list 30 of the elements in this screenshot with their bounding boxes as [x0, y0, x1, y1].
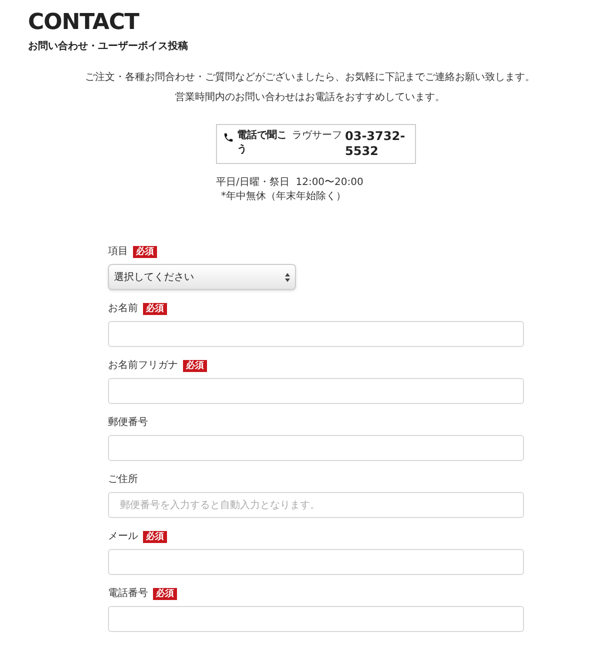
- input-field[interactable]: [108, 606, 524, 632]
- required-badge: 必須: [183, 360, 207, 372]
- updown-icon: [285, 272, 290, 282]
- input-field[interactable]: [108, 321, 524, 347]
- required-badge: 必須: [143, 530, 167, 542]
- input-field[interactable]: [108, 549, 524, 575]
- intro-text: ご注文・各種お問合わせ・ご質問などがございましたら、お気軽に下記までご連絡お願い致します。: [85, 71, 535, 84]
- phone-label: 電話で聞こう: [237, 129, 288, 157]
- field-label: お名前フリガナ: [108, 359, 178, 372]
- field-label: 項目: [108, 245, 128, 258]
- input-field[interactable]: [108, 435, 524, 461]
- input-field[interactable]: [108, 378, 524, 404]
- intro-text: 営業時間内のお問い合わせはお電話をおすすめしています。: [175, 91, 445, 104]
- hours-text: *年中無休（年末年始除く）: [221, 190, 346, 203]
- company-name: ラヴサーフ: [292, 129, 342, 143]
- required-badge: 必須: [143, 302, 167, 314]
- field-label: お名前: [108, 302, 138, 315]
- field-label: メール: [108, 530, 138, 543]
- phone-icon: [223, 131, 234, 144]
- page-subtitle: お問い合わせ・ユーザーボイス投稿: [28, 41, 188, 53]
- field-label: 郵便番号: [108, 416, 148, 429]
- field-label: ご住所: [108, 473, 138, 486]
- phone-number: 03-3732-5532: [345, 129, 406, 159]
- required-badge: 必須: [153, 588, 177, 600]
- select-field[interactable]: 選択してください: [108, 264, 296, 290]
- page-title: CONTACT: [28, 10, 140, 36]
- hours-text: 平日/日曜・祭日 12:00〜20:00: [216, 176, 364, 189]
- input-field[interactable]: 郵便番号を入力すると自動入力となります。: [108, 492, 524, 518]
- field-label: 電話番号: [108, 587, 148, 600]
- required-badge: 必須: [133, 246, 157, 258]
